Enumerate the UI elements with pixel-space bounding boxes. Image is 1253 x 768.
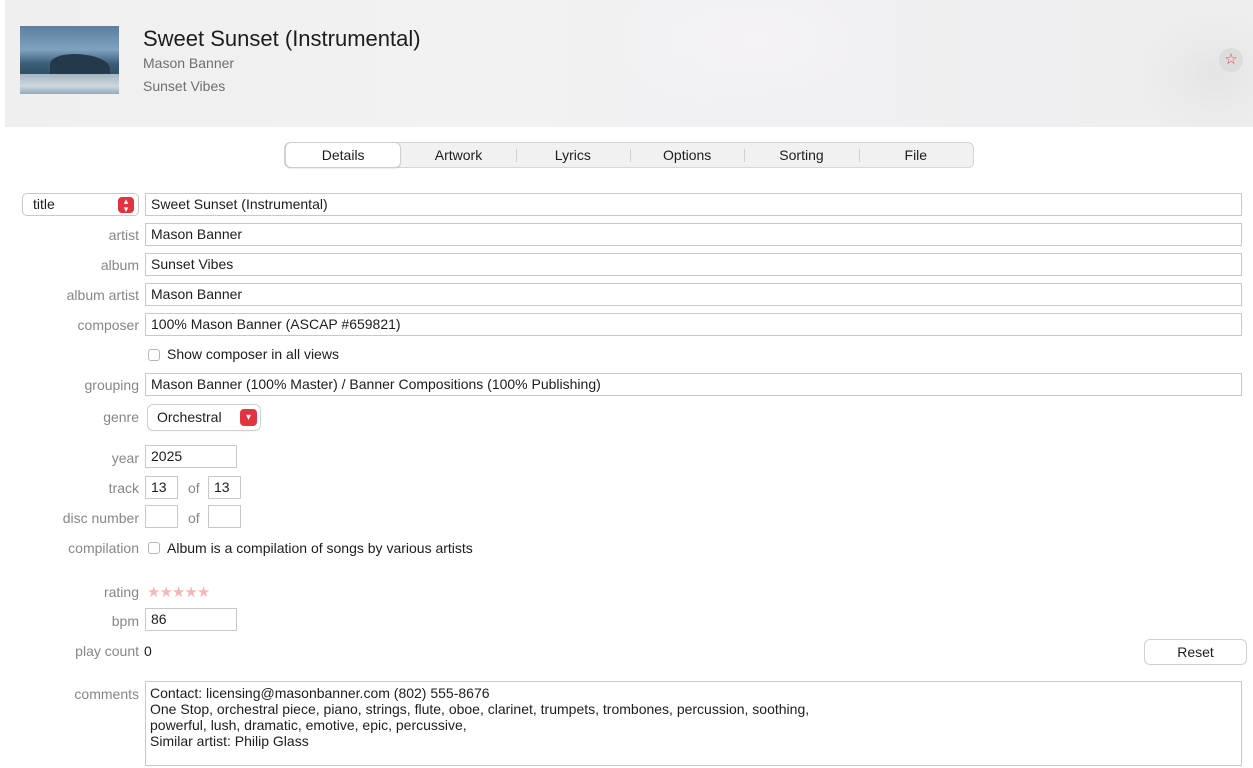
star-icon[interactable]: ★ <box>172 584 185 601</box>
rating-label: rating <box>103 584 139 600</box>
disc-of-label: of <box>188 510 200 526</box>
header: Sweet Sunset (Instrumental) Mason Banner… <box>5 0 1253 127</box>
track-number-input[interactable]: 13 <box>145 476 178 499</box>
favorite-button[interactable]: ☆ <box>1219 48 1243 72</box>
tab-lyrics[interactable]: Lyrics <box>515 143 630 167</box>
bpm-label: bpm <box>111 613 139 629</box>
star-icon[interactable]: ★ <box>184 584 197 601</box>
tab-details[interactable]: Details <box>285 142 402 168</box>
play-count-value: 0 <box>144 643 152 659</box>
composer-label: composer <box>77 317 139 333</box>
genre-label: genre <box>103 409 139 425</box>
album-artwork[interactable] <box>20 26 119 94</box>
header-backdrop <box>605 0 905 120</box>
disc-number-input[interactable] <box>145 505 178 528</box>
disc-number-label: disc number <box>62 510 139 526</box>
comments-textarea[interactable]: Contact: licensing@masonbanner.com (802)… <box>145 681 1242 766</box>
composer-input[interactable]: 100% Mason Banner (ASCAP #659821) <box>145 313 1242 336</box>
album-input[interactable]: Sunset Vibes <box>145 253 1242 276</box>
tab-file[interactable]: File <box>858 143 973 167</box>
reset-button[interactable]: Reset <box>1145 640 1246 664</box>
album-label: album <box>100 257 139 273</box>
rating-stars[interactable]: ★★★★★ <box>147 583 210 601</box>
grouping-input[interactable]: Mason Banner (100% Master) / Banner Comp… <box>145 373 1242 396</box>
play-count-label: play count <box>75 643 139 659</box>
song-title: Sweet Sunset (Instrumental) <box>143 26 421 51</box>
artwork-waves <box>20 74 119 94</box>
star-icon: ☆ <box>1224 51 1238 68</box>
compilation-text: Album is a compilation of songs by vario… <box>167 540 473 556</box>
star-icon[interactable]: ★ <box>147 584 160 601</box>
song-album: Sunset Vibes <box>143 78 226 94</box>
tab-artwork[interactable]: Artwork <box>401 143 515 167</box>
tab-bar: Details Artwork Lyrics Options Sorting F… <box>284 142 974 168</box>
year-input[interactable]: 2025 <box>145 445 237 468</box>
bpm-input[interactable]: 86 <box>145 608 237 631</box>
tab-options[interactable]: Options <box>629 143 744 167</box>
artist-label: artist <box>108 227 139 243</box>
genre-select[interactable]: Orchestral ▾ <box>148 405 260 430</box>
song-artist: Mason Banner <box>143 55 235 71</box>
album-artist-input[interactable]: Mason Banner <box>145 283 1242 306</box>
comments-label: comments <box>74 686 139 702</box>
track-total-input[interactable]: 13 <box>208 476 241 499</box>
compilation-checkbox[interactable] <box>148 542 160 554</box>
track-of-label: of <box>188 480 200 496</box>
title-input[interactable]: Sweet Sunset (Instrumental) <box>145 193 1242 216</box>
artist-input[interactable]: Mason Banner <box>145 223 1242 246</box>
comment-line: Contact: licensing@masonbanner.com (802)… <box>150 685 490 701</box>
comment-line: One Stop, orchestral piece, piano, strin… <box>150 701 810 717</box>
disc-total-input[interactable] <box>208 505 241 528</box>
star-icon[interactable]: ★ <box>197 584 210 601</box>
compilation-label: compilation <box>68 540 139 556</box>
tab-sorting[interactable]: Sorting <box>744 143 858 167</box>
track-label: track <box>108 480 139 496</box>
year-label: year <box>111 450 139 466</box>
genre-value: Orchestral <box>157 409 222 425</box>
title-field-selector[interactable]: title ▴ ▾ <box>22 193 139 216</box>
grouping-label: grouping <box>84 377 140 393</box>
show-composer-checkbox[interactable] <box>148 349 160 361</box>
star-icon[interactable]: ★ <box>159 584 172 601</box>
updown-chevron-icon: ▴ ▾ <box>118 197 134 214</box>
title-selector-label: title <box>33 196 55 212</box>
comment-line: Similar artist: Philip Glass <box>150 733 309 749</box>
show-composer-label: Show composer in all views <box>167 346 339 362</box>
chevron-down-icon: ▾ <box>240 409 257 426</box>
comment-line: powerful, lush, dramatic, emotive, epic,… <box>150 717 467 733</box>
album-artist-label: album artist <box>66 287 139 303</box>
